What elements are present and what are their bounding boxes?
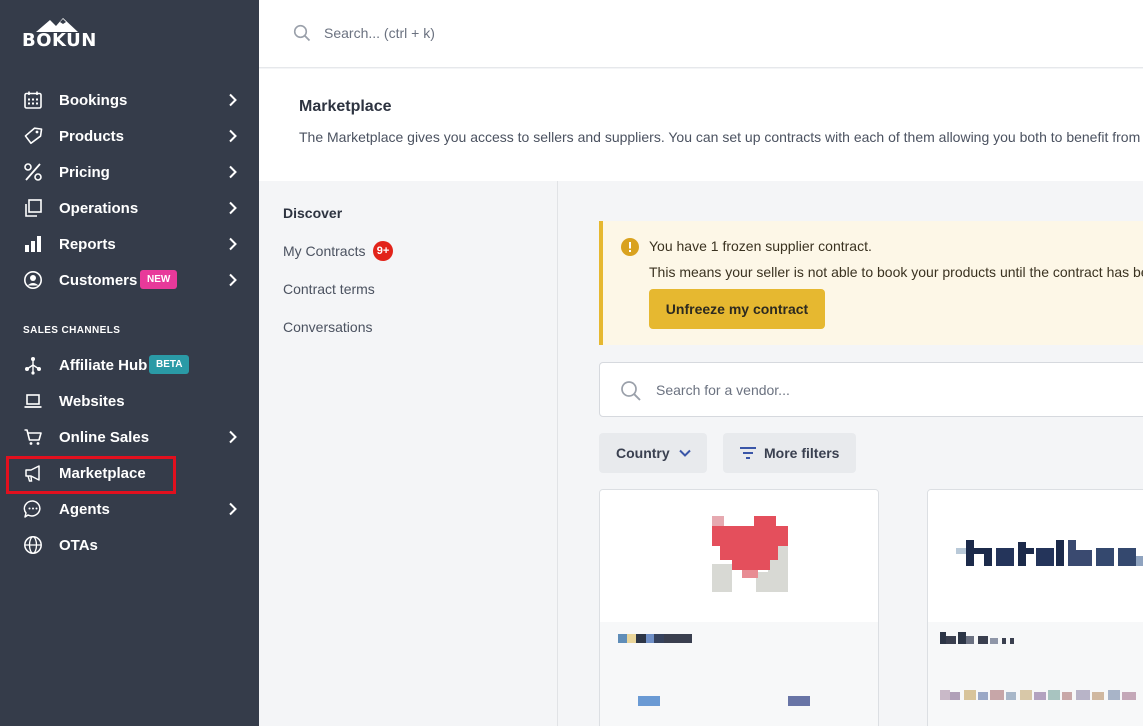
globe-icon xyxy=(24,536,42,554)
tag-icon xyxy=(24,127,43,145)
vendor-card[interactable] xyxy=(927,489,1143,726)
vendor-tag-pixelated xyxy=(638,696,660,706)
vendor-wordmark-pixelated xyxy=(956,540,1143,566)
vendor-search-input[interactable] xyxy=(656,378,1136,402)
sidebar-item-agents[interactable]: Agents xyxy=(0,491,259,527)
beta-badge: BETA xyxy=(149,355,190,374)
search-icon xyxy=(621,381,641,401)
marketplace-main: You have 1 frozen supplier contract. Thi… xyxy=(559,181,1143,726)
chevron-down-icon xyxy=(679,449,691,457)
sidebar: BÓKUN Bookings Products Pricing Operatio… xyxy=(0,0,259,726)
filter-icon xyxy=(740,447,756,459)
chevron-right-icon xyxy=(229,93,237,107)
subnav-contract-terms[interactable]: Contract terms xyxy=(283,281,375,297)
vendor-tag-pixelated xyxy=(788,696,810,706)
chevron-right-icon xyxy=(229,273,237,287)
chevron-right-icon xyxy=(229,237,237,251)
sidebar-item-label: Agents xyxy=(59,500,110,518)
sidebar-item-label: Reports xyxy=(59,235,116,253)
chevron-right-icon xyxy=(229,165,237,179)
vendor-name-pixelated xyxy=(618,634,692,643)
subnav-conversations[interactable]: Conversations xyxy=(283,319,373,335)
sidebar-item-reports[interactable]: Reports xyxy=(0,226,259,262)
subnav-my-contracts-label: My Contracts xyxy=(283,243,366,259)
sidebar-item-label: Products xyxy=(59,127,125,145)
logo-text: BÓKUN xyxy=(22,30,97,51)
marketplace-highlight-box xyxy=(6,456,176,494)
sidebar-item-products[interactable]: Products xyxy=(0,118,259,154)
chat-bubble-icon xyxy=(23,500,41,518)
vendor-card[interactable] xyxy=(599,489,879,726)
chevron-right-icon xyxy=(229,502,237,516)
percent-icon xyxy=(24,163,42,181)
chevron-right-icon xyxy=(229,201,237,215)
chevron-right-icon xyxy=(229,430,237,444)
sidebar-item-label: Websites xyxy=(59,392,125,410)
page-header: Marketplace The Marketplace gives you ac… xyxy=(259,69,1143,181)
sales-channels-heading: SALES CHANNELS xyxy=(23,325,121,336)
page-title: Marketplace xyxy=(299,98,392,115)
more-filters-label: More filters xyxy=(764,445,840,461)
chevron-right-icon xyxy=(229,129,237,143)
calendar-icon xyxy=(24,91,42,109)
sidebar-item-pricing[interactable]: Pricing xyxy=(0,154,259,190)
user-circle-icon xyxy=(24,271,42,289)
sidebar-item-label: Online Sales xyxy=(59,428,150,446)
vendor-logo xyxy=(928,490,1143,622)
sidebar-item-label: Customers xyxy=(59,271,138,289)
network-icon xyxy=(25,357,41,375)
sidebar-item-otas[interactable]: OTAs xyxy=(0,527,259,563)
vendor-heart-logo xyxy=(712,516,788,592)
sidebar-item-label: Affiliate Hub xyxy=(59,356,148,374)
global-search-bar[interactable]: Search... (ctrl + k) xyxy=(259,0,1143,68)
bokun-logo[interactable]: BÓKUN xyxy=(22,18,96,51)
frozen-contract-alert: You have 1 frozen supplier contract. Thi… xyxy=(599,221,1143,345)
alert-message: This means your seller is not able to bo… xyxy=(649,264,1143,280)
search-icon xyxy=(293,24,311,42)
subnav-discover[interactable]: Discover xyxy=(283,205,342,221)
country-filter-label: Country xyxy=(616,445,670,461)
vendor-search-box xyxy=(599,362,1143,417)
vendor-card-body xyxy=(600,622,878,726)
sidebar-item-label: Operations xyxy=(59,199,139,217)
contracts-count-badge: 9+ xyxy=(373,241,393,261)
sidebar-item-websites[interactable]: Websites xyxy=(0,383,259,419)
sidebar-item-affiliate-hub[interactable]: Affiliate Hub BETA xyxy=(0,347,259,383)
sidebar-item-online-sales[interactable]: Online Sales xyxy=(0,419,259,455)
vendor-logo xyxy=(600,490,878,622)
vendor-name-pixelated xyxy=(940,632,1014,644)
country-filter-button[interactable]: Country xyxy=(599,433,707,473)
vendor-tags-pixelated xyxy=(940,690,1136,700)
bar-chart-icon xyxy=(25,236,41,252)
laptop-icon xyxy=(24,394,42,408)
marketplace-subnav: Discover My Contracts 9+ Contract terms … xyxy=(259,181,558,726)
sidebar-item-operations[interactable]: Operations xyxy=(0,190,259,226)
vendor-card-body xyxy=(928,622,1143,726)
page-description: The Marketplace gives you access to sell… xyxy=(299,129,1141,145)
new-badge: NEW xyxy=(140,270,178,289)
sidebar-item-label: Bookings xyxy=(59,91,128,109)
global-search-placeholder: Search... (ctrl + k) xyxy=(324,25,435,41)
sidebar-item-label: Pricing xyxy=(59,163,110,181)
subnav-my-contracts[interactable]: My Contracts 9+ xyxy=(283,241,393,261)
unfreeze-contract-button[interactable]: Unfreeze my contract xyxy=(649,289,825,329)
more-filters-button[interactable]: More filters xyxy=(723,433,856,473)
sidebar-item-label: OTAs xyxy=(59,536,98,554)
warning-icon xyxy=(621,238,639,256)
shopping-cart-icon xyxy=(24,429,42,445)
alert-title: You have 1 frozen supplier contract. xyxy=(649,238,872,254)
sidebar-item-customers[interactable]: Customers NEW xyxy=(0,262,259,298)
copy-icon xyxy=(25,199,42,217)
sidebar-item-bookings[interactable]: Bookings xyxy=(0,82,259,118)
